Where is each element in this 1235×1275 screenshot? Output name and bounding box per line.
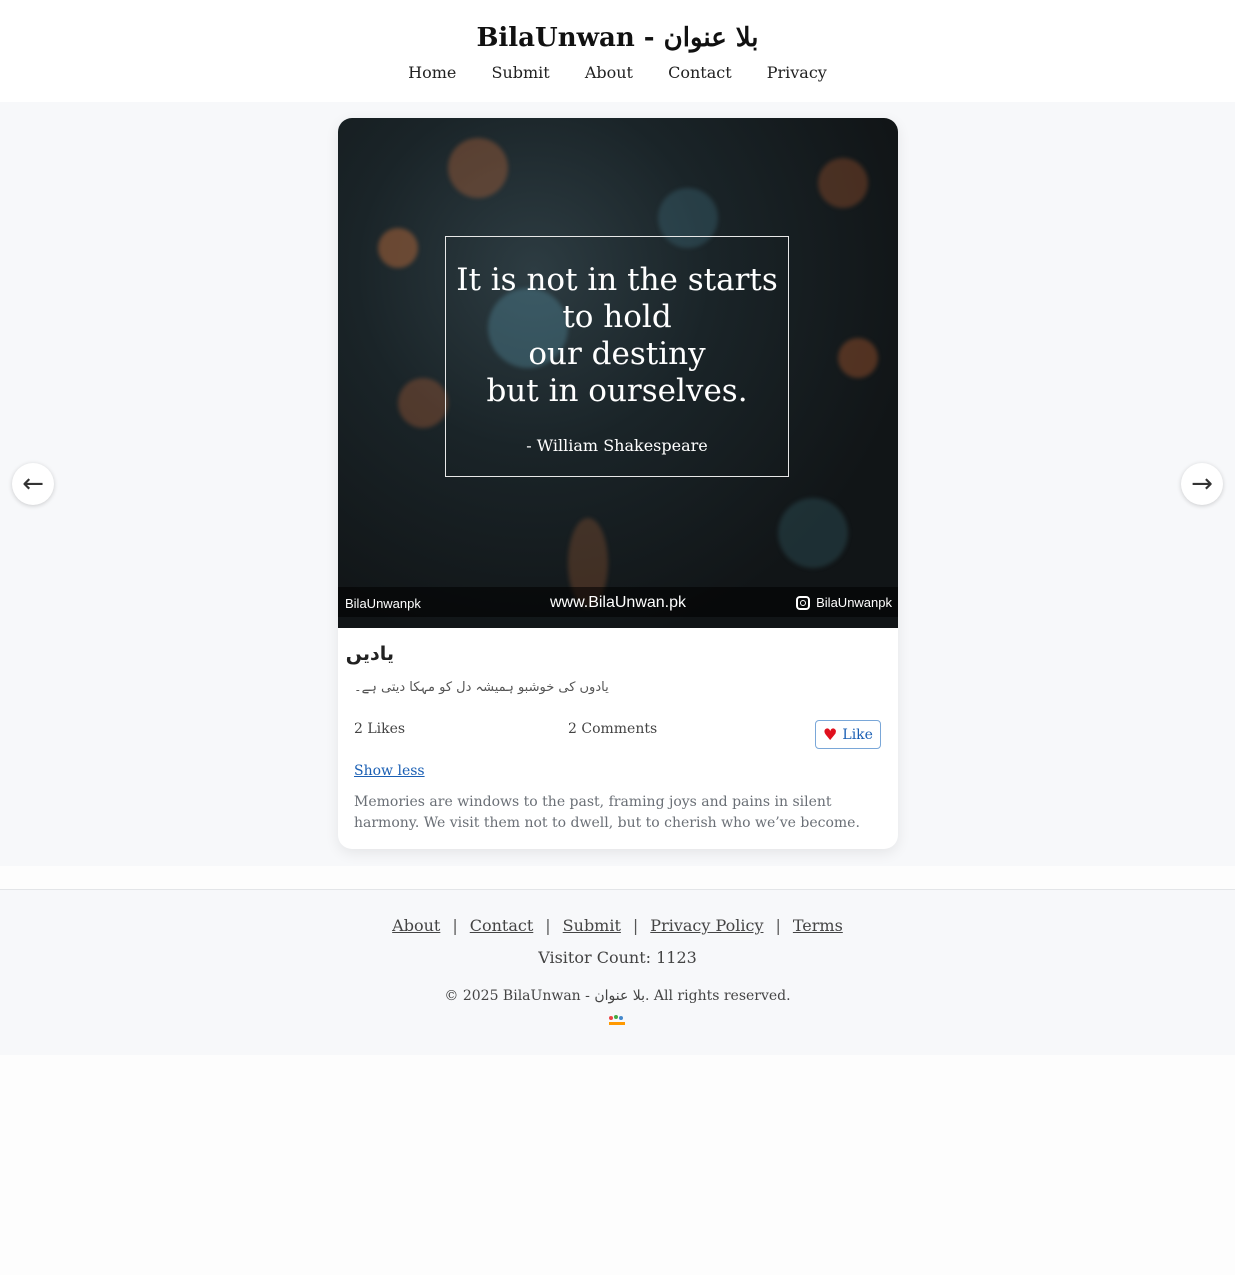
arrow-left-icon: ←	[22, 469, 44, 499]
watermark-right-group: BilaUnwanpk	[796, 595, 892, 610]
quote-text: It is not in the starts to hold our dest…	[456, 262, 778, 409]
post-card: It is not in the starts to hold our dest…	[338, 118, 898, 849]
logo-icon	[609, 1015, 625, 1025]
footer-contact-link[interactable]: Contact	[470, 916, 534, 935]
footer-separator: |	[545, 916, 551, 935]
like-button-label: Like	[842, 726, 873, 743]
bokeh-light	[838, 338, 878, 378]
prev-post-button[interactable]: ←	[12, 463, 54, 505]
footer-separator: |	[775, 916, 781, 935]
nav-about-link[interactable]: About	[585, 63, 633, 82]
image-watermark-strip: BilaUnwanpk www.BilaUnwan.pk BilaUnwanpk	[338, 587, 898, 617]
footer-separator: |	[452, 916, 458, 935]
footer-submit-link[interactable]: Submit	[563, 916, 621, 935]
heart-icon: ♥	[823, 725, 838, 744]
watermark-right: BilaUnwanpk	[816, 595, 892, 610]
nav-submit-link[interactable]: Submit	[491, 63, 549, 82]
footer-about-link[interactable]: About	[392, 916, 440, 935]
footer-links: About | Contact | Submit | Privacy Policy | Term…	[0, 916, 1235, 935]
post-title: یادیں	[345, 643, 394, 665]
visitor-count: Visitor Count: 1123	[538, 948, 697, 967]
site-title[interactable]: BilaUnwan - بلا عنوان	[0, 20, 1235, 56]
instagram-icon	[796, 595, 811, 610]
copyright: © 2025 BilaUnwan - بلا عنوان. All rights…	[444, 988, 791, 1004]
post-description: Memories are windows to the past, framin…	[354, 794, 860, 831]
site-footer: About | Contact | Submit | Privacy Policy | Term…	[0, 889, 1235, 1055]
main-content: ← → It is not in the starts to hold our …	[0, 102, 1235, 866]
footer-separator: |	[632, 916, 639, 935]
like-button[interactable]: ♥ Like	[815, 720, 881, 749]
bokeh-light	[818, 158, 868, 208]
nav-contact-link[interactable]: Contact	[668, 63, 732, 82]
comments-count[interactable]: 2 Comments	[568, 721, 657, 737]
next-post-button[interactable]: →	[1181, 463, 1223, 505]
nav-privacy-link[interactable]: Privacy	[767, 63, 827, 82]
arrow-right-icon: →	[1191, 469, 1213, 499]
bokeh-light	[398, 378, 448, 428]
show-less-link[interactable]: Show less	[354, 763, 425, 779]
bokeh-light	[448, 138, 508, 198]
post-excerpt: یادوں کی خوشبو ہمیشہ دل کو مہکا دیتی ہے۔	[354, 680, 609, 695]
site-header: BilaUnwan - بلا عنوان Home Submit About …	[0, 0, 1235, 102]
bokeh-light	[778, 498, 848, 568]
post-image[interactable]: It is not in the starts to hold our dest…	[338, 118, 898, 628]
footer-terms-link[interactable]: Terms	[793, 916, 843, 935]
likes-count: 2 Likes	[354, 721, 406, 737]
bokeh-light	[378, 228, 418, 268]
nav-home-link[interactable]: Home	[408, 63, 456, 82]
footer-logo	[607, 1014, 627, 1028]
quote-author: - William Shakespeare	[526, 436, 708, 455]
footer-privacy-policy-link[interactable]: Privacy Policy	[650, 916, 763, 935]
main-nav: Home Submit About Contact Privacy	[0, 62, 1235, 84]
